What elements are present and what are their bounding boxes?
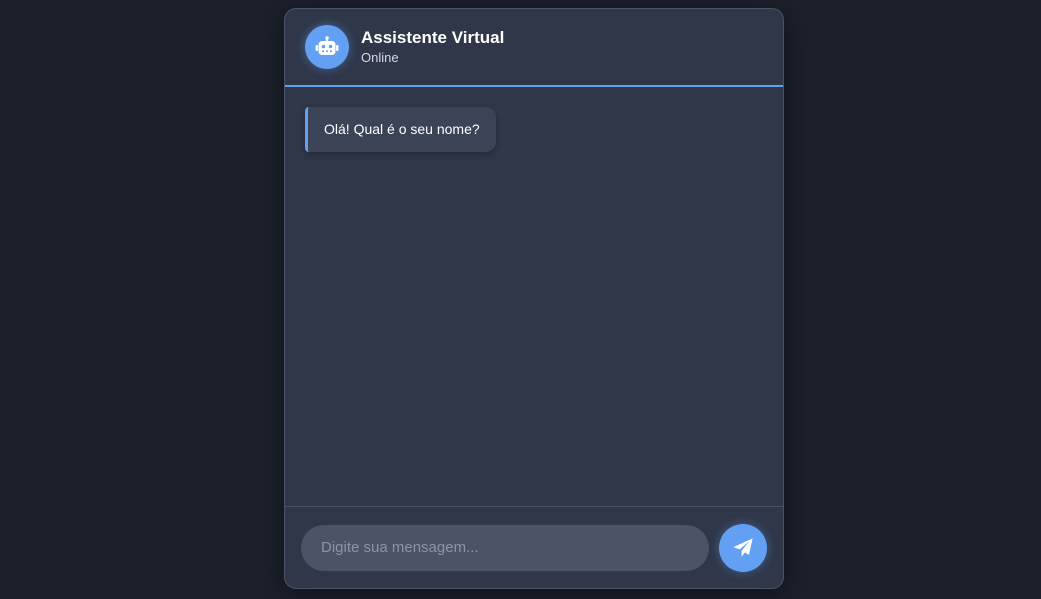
bot-message-bubble: Olá! Qual é o seu nome?	[305, 107, 496, 152]
message-list[interactable]: Olá! Qual é o seu nome?	[285, 89, 783, 507]
chat-window: Assistente Virtual Online Olá! Qual é o …	[284, 8, 784, 589]
message-input[interactable]	[301, 524, 709, 571]
send-button[interactable]	[719, 523, 767, 572]
chat-title: Assistente Virtual	[361, 28, 505, 47]
robot-icon	[315, 36, 339, 55]
chat-header: Assistente Virtual Online	[285, 9, 783, 87]
bot-avatar	[305, 25, 349, 69]
header-text: Assistente Virtual Online	[361, 28, 504, 66]
message-composer	[285, 506, 783, 588]
status-label: Online	[361, 50, 399, 65]
paper-plane-icon	[733, 537, 753, 557]
